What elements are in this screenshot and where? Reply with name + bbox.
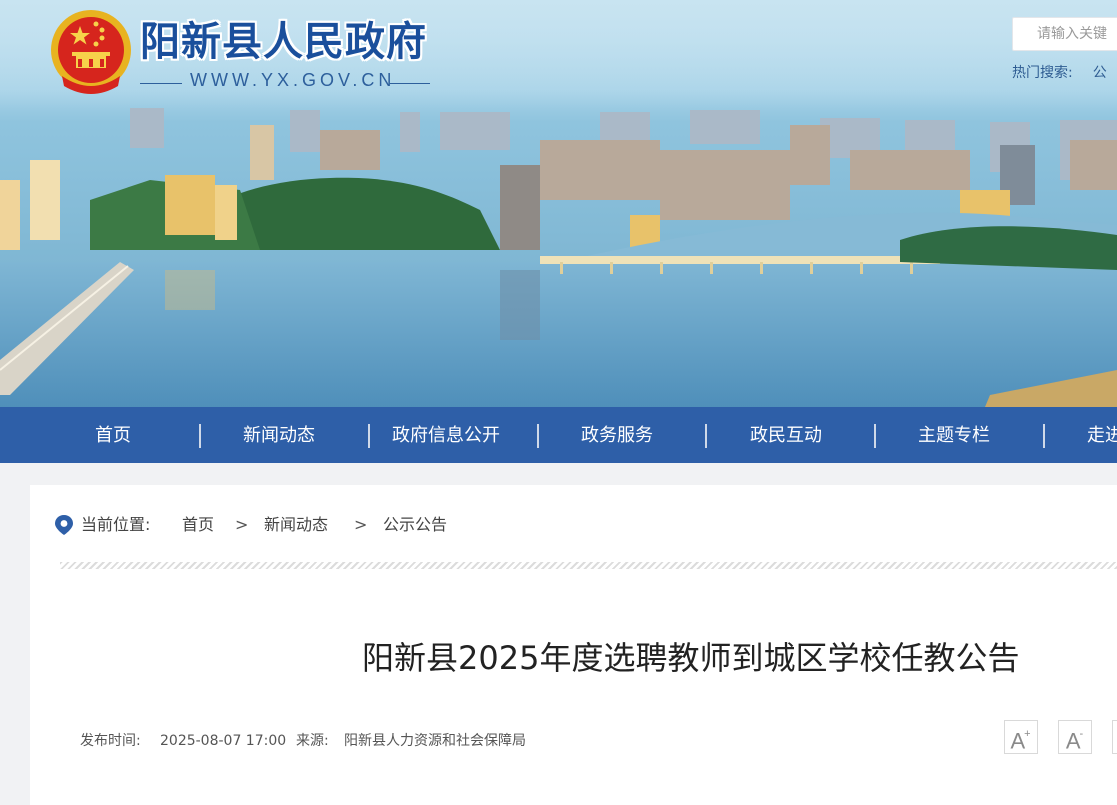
font-reset-button[interactable] (1112, 720, 1117, 754)
hot-search-link[interactable]: 公 (1093, 65, 1107, 81)
font-decrease-symbol: - (1079, 728, 1084, 740)
source-value: 阳新县人力资源和社会保障局 (344, 733, 526, 749)
breadcrumb-divider (60, 562, 1117, 569)
breadcrumb-home[interactable]: 首页 (182, 514, 214, 536)
nav-item-gov-info[interactable]: 政府信息公开 (392, 407, 500, 463)
location-pin-icon (55, 515, 73, 535)
nav-divider (874, 424, 876, 448)
publish-time-label: 发布时间: (80, 733, 141, 749)
nav-divider (705, 424, 707, 448)
breadcrumb-separator: > (354, 515, 368, 534)
nav-item-topics[interactable]: 主题专栏 (918, 407, 990, 463)
nav-divider (368, 424, 370, 448)
nav-item-services[interactable]: 政务服务 (581, 407, 653, 463)
breadcrumb-separator: > (235, 515, 249, 534)
site-title: 阳新县人民政府 (140, 19, 427, 65)
header-banner: 阳新县人民政府 WWW.YX.GOV.CN 热门搜索: 公 (0, 0, 1117, 407)
font-decrease-letter: A (1065, 728, 1081, 754)
hot-search: 热门搜索: 公 (1012, 62, 1107, 82)
font-increase-symbol: + (1024, 728, 1031, 740)
url-divider-left (140, 83, 182, 84)
url-divider-right (390, 83, 430, 84)
publish-time: 2025-08-07 17:00 (160, 733, 287, 749)
breadcrumb-news[interactable]: 新闻动态 (264, 514, 328, 536)
font-decrease-button[interactable]: A- (1058, 720, 1092, 754)
nav-item-news[interactable]: 新闻动态 (243, 407, 315, 463)
article-title: 阳新县2025年度选聘教师到城区学校任教公告 (362, 639, 1020, 677)
nav-item-interaction[interactable]: 政民互动 (750, 407, 822, 463)
national-emblem-icon (51, 10, 131, 94)
font-increase-letter: A (1010, 728, 1026, 754)
font-increase-button[interactable]: A+ (1004, 720, 1038, 754)
breadcrumb-label: 当前位置: (81, 515, 151, 534)
nav-item-home[interactable]: 首页 (95, 407, 131, 463)
nav-divider (1043, 424, 1045, 448)
nav-divider (537, 424, 539, 448)
search-input[interactable] (1012, 17, 1117, 51)
source-label: 来源: (296, 733, 329, 749)
nav-divider (199, 424, 201, 448)
hot-search-label: 热门搜索: (1012, 65, 1073, 81)
nav-item-about[interactable]: 走进 (1087, 407, 1117, 463)
breadcrumb-notices[interactable]: 公示公告 (383, 514, 447, 536)
site-url: WWW.YX.GOV.CN (190, 70, 396, 90)
main-nav: 首页 新闻动态 政府信息公开 政务服务 政民互动 主题专栏 走进 (0, 407, 1117, 463)
